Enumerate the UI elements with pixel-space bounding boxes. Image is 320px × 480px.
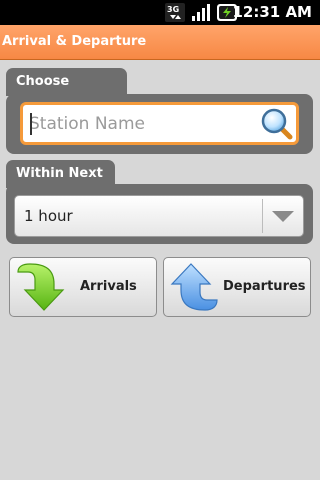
status-time: 12:31 AM <box>232 3 312 21</box>
arrivals-arrow-icon <box>16 262 66 312</box>
arrivals-label: Arrivals <box>80 279 137 294</box>
time-window-dropdown[interactable]: 1 hour <box>14 195 304 237</box>
station-name-input[interactable] <box>29 111 259 137</box>
svg-text:3G: 3G <box>167 5 179 14</box>
search-icon[interactable] <box>260 107 294 141</box>
signal-strength-icon <box>191 3 211 22</box>
departures-arrow-icon <box>170 262 220 312</box>
chevron-down-icon[interactable] <box>270 208 296 224</box>
title-bar: Arrival & Departure <box>0 25 320 59</box>
status-icons: 3G <box>165 3 237 22</box>
text-cursor <box>30 113 32 135</box>
dropdown-divider <box>262 199 263 233</box>
choose-station-label: Choose Station <box>6 68 127 117</box>
app-title: Arrival & Departure <box>2 34 147 49</box>
arrivals-button[interactable]: Arrivals <box>9 257 157 317</box>
station-search-box[interactable] <box>20 102 299 145</box>
time-window-selected: 1 hour <box>24 207 73 225</box>
network-3g-icon: 3G <box>165 3 185 22</box>
status-bar: 3G 12:31 AM <box>0 0 320 25</box>
departures-label: Departures <box>223 279 306 294</box>
departures-button[interactable]: Departures <box>163 257 311 317</box>
